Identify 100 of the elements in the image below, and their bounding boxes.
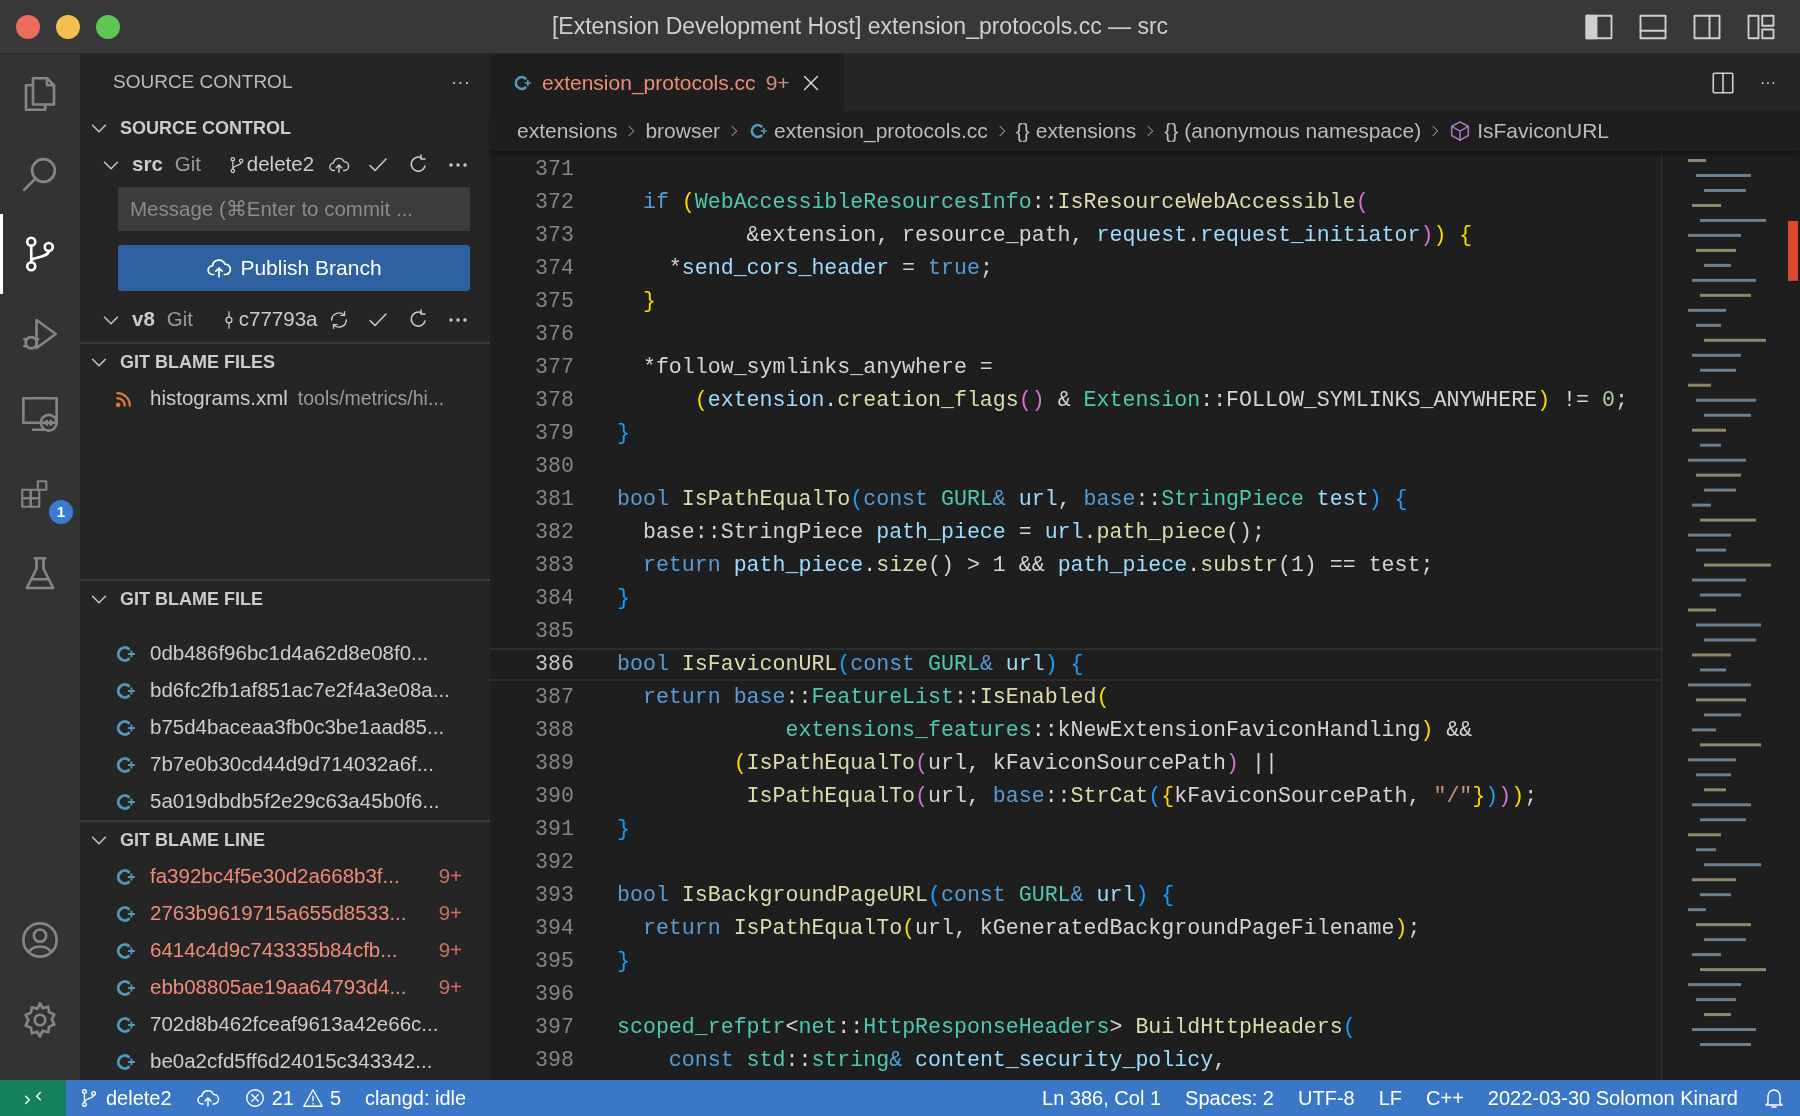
problem-count: 9+ xyxy=(438,863,462,890)
code-line: *send_cors_header = true; xyxy=(667,255,993,283)
sync-icon[interactable] xyxy=(328,308,350,331)
status-text[interactable]: C++ xyxy=(1426,1083,1464,1113)
code-line: } xyxy=(617,585,630,613)
line-number: 376 xyxy=(534,321,574,349)
section-header[interactable]: SOURCE CONTROL xyxy=(120,114,291,142)
commit-hash[interactable]: 702d8b462fceaf9613a42e66c... xyxy=(150,1009,439,1040)
minimize-button[interactable] xyxy=(56,14,80,39)
file-path: tools/metrics/hi... xyxy=(297,385,445,411)
commit-hash[interactable]: 2763b9619715a655d8533... xyxy=(150,898,407,929)
code-line: extensions_features::kNewExtensionFaviconHandling) && xyxy=(784,717,1473,745)
status-text[interactable]: Spaces: 2 xyxy=(1185,1083,1274,1113)
provider-label: Git xyxy=(174,151,202,178)
warning-icon xyxy=(301,1087,324,1109)
line-number: 381 xyxy=(534,486,574,514)
commit-hash[interactable]: ebb08805ae19aa64793d4... xyxy=(150,972,407,1003)
account-icon[interactable] xyxy=(19,919,61,961)
commit-message-field[interactable]: Message (⌘Enter to commit ... xyxy=(118,187,470,231)
code-line: } xyxy=(641,288,656,316)
code-line: base::StringPiece path_piece = url.path_piece(); xyxy=(641,519,1265,547)
namespace-symbol: {} xyxy=(1015,118,1030,145)
line-number: 380 xyxy=(534,453,574,481)
status-text[interactable]: clangd: idle xyxy=(365,1083,467,1113)
line-number: 371 xyxy=(534,156,574,184)
code-line: scoped_refptr<net::HttpResponseHeaders> BuildHttpHeaders( xyxy=(617,1014,1356,1042)
split-editor-icon[interactable] xyxy=(1710,69,1736,96)
commit-hash[interactable]: 7b7e0b30cd44d9d714032a6f... xyxy=(150,749,434,780)
code-line: return IsPathEqualTo(url, kGeneratedBackgroundPageFilename); xyxy=(641,915,1421,943)
maximize-button[interactable] xyxy=(96,14,120,39)
breadcrumb-item[interactable]: (anonymous namespace) xyxy=(1184,115,1422,147)
status-text[interactable]: LF xyxy=(1378,1083,1402,1113)
code-line: IsPathEqualTo(url, base::StrCat({kFaviconSourcePath, "/"}))); xyxy=(745,783,1538,811)
error-count[interactable]: 21 xyxy=(271,1083,294,1113)
status-text[interactable]: UTF-8 xyxy=(1298,1083,1355,1113)
code-line: return base::FeatureList::IsEnabled( xyxy=(641,684,1110,712)
code-line: (IsPathEqualTo(url, kFaviconSourcePath) || xyxy=(732,750,1278,778)
code-line: bool IsPathEqualTo(const GURL& url, base::StringPiece test) { xyxy=(617,486,1408,514)
editor-tab[interactable]: extension_protocols.cc 9+ xyxy=(490,54,844,111)
line-number: 379 xyxy=(534,420,574,448)
line-number: 374 xyxy=(534,255,574,283)
breadcrumb-item[interactable]: extension_protocols.cc xyxy=(774,115,988,147)
provider-label: Git xyxy=(166,306,194,333)
line-number: 389 xyxy=(534,750,574,778)
code-line: const std::string& content_security_policy, xyxy=(667,1047,1227,1075)
code-line: (extension.creation_flags() & Extension::FOLLOW_SYMLINKS_ANYWHERE) != 0; xyxy=(693,387,1628,415)
commit-hash[interactable]: b75d4baceaa3fb0c3be1aad85... xyxy=(150,712,445,743)
count-badge: 1 xyxy=(49,500,73,524)
problem-count: 9+ xyxy=(438,974,462,1001)
line-number: 393 xyxy=(534,882,574,910)
line-number: 398 xyxy=(534,1047,574,1075)
commit-hash[interactable]: be0a2cfd5ff6d24015c343342... xyxy=(150,1046,433,1077)
line-number: 391 xyxy=(534,816,574,844)
commit-hash[interactable]: 6414c4d9c743335b84cfb... xyxy=(150,935,398,966)
line-number: 386 xyxy=(534,651,574,679)
breadcrumb-item[interactable]: extensions xyxy=(1035,115,1137,147)
commit-hash[interactable]: bd6fc2fb1af851ac7e2f4a3e08a... xyxy=(150,675,450,706)
code-line: return path_piece.size() > 1 && path_piece.substr(1) == test; xyxy=(641,552,1434,580)
branch-name[interactable]: delete2 xyxy=(246,149,315,180)
tab-title: extension_protocols.cc xyxy=(542,69,756,97)
error-marker xyxy=(1788,220,1798,281)
line-number: 395 xyxy=(534,948,574,976)
line-number: 388 xyxy=(534,717,574,745)
problem-count: 9+ xyxy=(765,69,790,96)
line-number: 394 xyxy=(534,915,574,943)
status-text[interactable]: 2022-03-30 Solomon Kinard xyxy=(1487,1083,1738,1113)
commit-hash[interactable]: 0db486f96bc1d4a62d8e08f0... xyxy=(150,638,429,669)
file-name[interactable]: histograms.xml xyxy=(150,383,288,414)
line-number: 387 xyxy=(534,684,574,712)
minimap-drawing[interactable] xyxy=(1688,159,1771,1047)
code-line: } xyxy=(617,948,630,976)
breadcrumb-item[interactable]: browser xyxy=(645,115,721,147)
problem-count: 9+ xyxy=(438,900,462,927)
commit-hash[interactable]: 5a019dbdb5f2e29c63a45b0f6... xyxy=(150,786,440,817)
status-text[interactable]: Ln 386, Col 1 xyxy=(1042,1083,1162,1113)
commit-hash[interactable]: fa392bc4f5e30d2a668b3f... xyxy=(150,861,400,892)
warning-count[interactable]: 5 xyxy=(329,1083,341,1113)
more-button[interactable]: ··· xyxy=(451,67,470,97)
more-button[interactable]: ··· xyxy=(1760,70,1776,95)
publish-branch-button[interactable]: Publish Branch xyxy=(118,245,470,291)
line-number: 382 xyxy=(534,519,574,547)
panel-title: SOURCE CONTROL xyxy=(113,69,294,94)
line-number: 396 xyxy=(534,981,574,1009)
code-line: } xyxy=(617,420,630,448)
cpp-file-icon xyxy=(748,121,769,141)
breadcrumb-item[interactable]: extensions xyxy=(517,115,618,147)
code-line: } xyxy=(617,816,630,844)
bell-icon[interactable] xyxy=(1762,1086,1786,1110)
code-line: *follow_symlinks_anywhere = xyxy=(641,354,993,382)
commit-ref[interactable]: c77793a xyxy=(238,304,318,335)
line-number: 392 xyxy=(534,849,574,877)
branch-name[interactable]: delete2 xyxy=(106,1083,172,1113)
section-header[interactable]: GIT BLAME LINE xyxy=(120,826,265,854)
breadcrumb-item[interactable]: IsFaviconURL xyxy=(1477,115,1610,147)
close-button[interactable] xyxy=(16,14,40,39)
error-icon xyxy=(243,1087,266,1109)
section-header[interactable]: GIT BLAME FILE xyxy=(120,585,263,613)
section-header[interactable]: GIT BLAME FILES xyxy=(120,348,275,376)
cube-icon xyxy=(1449,120,1472,142)
problem-count: 9+ xyxy=(438,937,462,964)
